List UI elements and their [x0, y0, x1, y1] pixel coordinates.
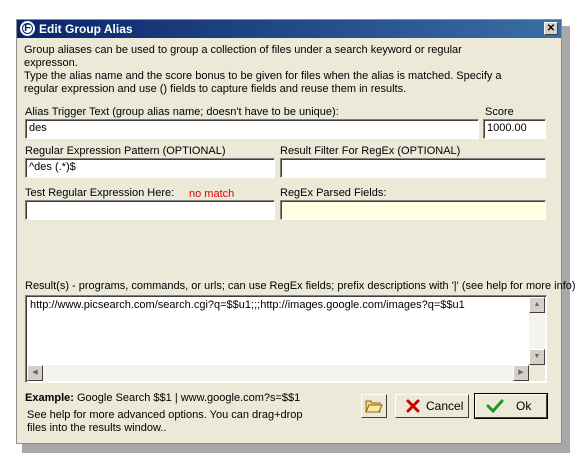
vertical-scrollbar[interactable]: ▲ ▼ — [529, 297, 545, 365]
title-bar[interactable]: F Edit Group Alias ✕ — [17, 20, 561, 38]
app-icon: F — [20, 21, 35, 36]
regex-label: Regular Expression Pattern (OPTIONAL) — [25, 145, 226, 157]
score-input[interactable]: 1000.00 — [483, 119, 546, 139]
window-title: Edit Group Alias — [39, 22, 133, 36]
edit-group-alias-dialog: F Edit Group Alias ✕ Group aliases can b… — [16, 19, 576, 444]
app-icon-letter: F — [24, 22, 31, 34]
close-button[interactable]: ✕ — [544, 22, 558, 35]
match-status: no match — [189, 188, 235, 200]
regex-input[interactable]: ^des (.*)$ — [25, 158, 275, 178]
horizontal-scrollbar[interactable]: ◀ ▶ — [27, 365, 529, 381]
cancel-x-icon — [406, 399, 420, 413]
checkmark-icon — [486, 399, 504, 413]
example-label: Example: — [25, 392, 74, 404]
test-regex-label: Test Regular Expression Here: — [25, 187, 175, 199]
example-text: Google Search $$1 | www.google.com?s=$$1 — [76, 392, 301, 404]
description-body: Group aliases can be used to group a col… — [24, 44, 502, 95]
result-filter-input[interactable] — [280, 158, 546, 178]
scroll-right-icon[interactable]: ▶ — [513, 365, 529, 381]
test-regex-input[interactable] — [25, 200, 275, 220]
help-text: See help for more advanced options. You … — [27, 409, 303, 434]
folder-open-icon — [365, 400, 383, 413]
results-textarea[interactable]: http://www.picsearch.com/search.cgi?q=$$… — [25, 295, 547, 383]
parsed-fields-label: RegEx Parsed Fields: — [280, 187, 387, 199]
example-line: Example: Google Search $$1 | www.google.… — [25, 392, 300, 404]
alias-label: Alias Trigger Text (group alias name; do… — [25, 106, 339, 118]
description-text: Group aliases can be used to group a col… — [24, 44, 504, 96]
parsed-fields-output — [280, 200, 546, 220]
alias-input[interactable]: des — [25, 119, 479, 139]
cancel-button[interactable]: Cancel — [395, 394, 469, 418]
scrollbar-corner — [529, 365, 545, 381]
scroll-left-icon[interactable]: ◀ — [27, 365, 43, 381]
results-content: http://www.picsearch.com/search.cgi?q=$$… — [30, 299, 465, 311]
open-folder-button[interactable] — [361, 394, 387, 418]
close-icon: ✕ — [546, 23, 556, 34]
ok-label: Ok — [516, 399, 532, 413]
results-label: Result(s) - programs, commands, or urls;… — [25, 280, 576, 292]
scroll-up-icon[interactable]: ▲ — [529, 297, 545, 313]
result-filter-label: Result Filter For RegEx (OPTIONAL) — [280, 145, 461, 157]
score-label: Score — [485, 106, 514, 118]
scroll-down-icon[interactable]: ▼ — [529, 349, 545, 365]
cancel-label: Cancel — [426, 399, 464, 413]
ok-button[interactable]: Ok — [474, 393, 548, 419]
